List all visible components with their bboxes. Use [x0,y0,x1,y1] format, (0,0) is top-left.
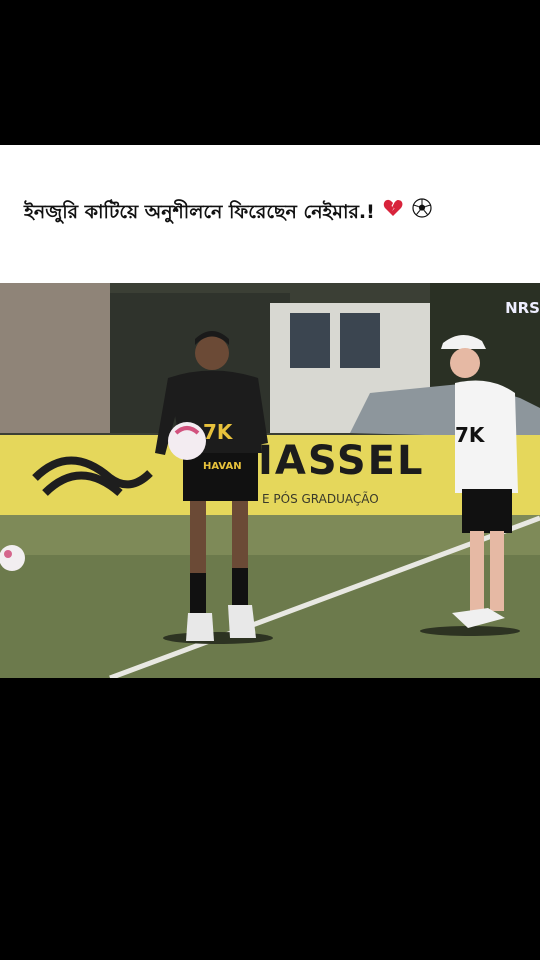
player-jersey-sleeve: HAVAN [203,461,242,472]
player-boot-right [228,605,256,638]
caption-band: ইনজুরি কাটিয়ে অনুশীলনে ফিরেছেন নেইমার.! [0,145,540,283]
coach-leg-right [490,531,504,611]
soccer-ball-icon [412,198,432,223]
top-letterbox [0,0,540,145]
training-photo: NRS IASSEL E PÓS GRADUAÇÃO 7K HAVAN 7K [0,283,540,678]
player-head [195,336,229,370]
window [340,313,380,368]
caption-text: ইনজুরি কাটিয়ে অনুশীলনে ফিরেছেন নেইমার.! [24,198,432,230]
window [290,313,330,368]
watermark-text: NRS [505,299,540,317]
coach-jersey-sponsor: 7K [455,423,485,447]
player-shadow [163,632,273,644]
banner-subtext: E PÓS GRADUAÇÃO [262,492,379,506]
building-left [0,283,110,433]
broken-heart-icon [383,198,403,223]
player-sock-left [190,573,206,613]
coach-head [450,348,480,378]
spare-ball [0,545,25,571]
coach-shorts [462,489,512,533]
player-boot-left [186,613,214,641]
player-sock-right [232,568,248,608]
player-jersey-sponsor: 7K [203,420,233,444]
bottom-letterbox [0,678,540,960]
banner-text: IASSEL [258,438,425,484]
coach-leg-left [470,531,484,611]
coach-shadow [420,626,520,636]
caption-label: ইনজুরি কাটিয়ে অনুশীলনে ফিরেছেন নেইমার.! [24,201,375,223]
ball-pattern [4,550,12,558]
